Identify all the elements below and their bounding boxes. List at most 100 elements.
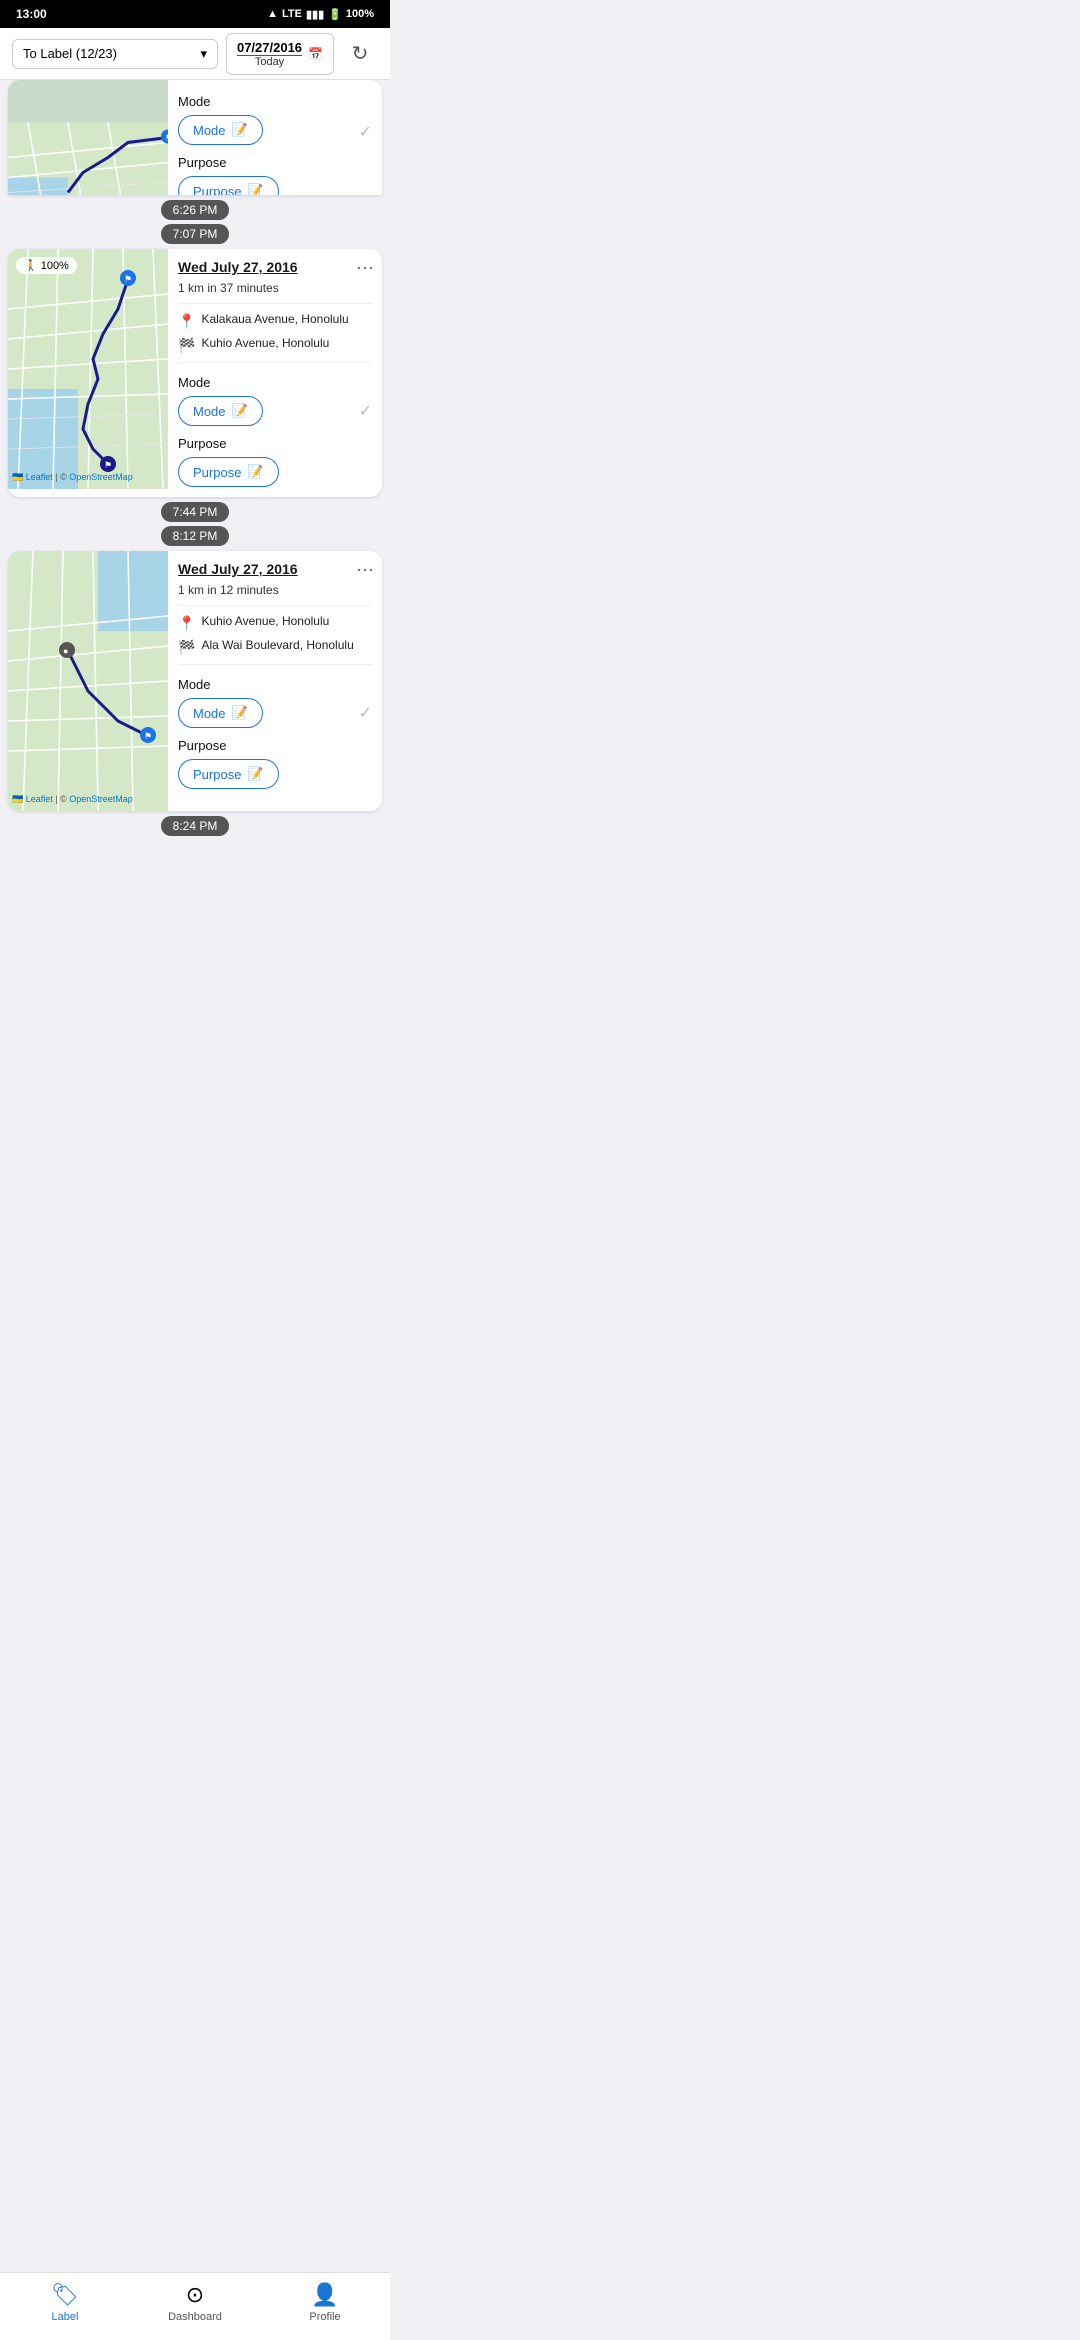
trip2-info: ··· Wed July 27, 2016 1 km in 12 minutes… — [168, 551, 382, 811]
battery-pct: 100% — [346, 8, 374, 20]
trip2-destination: Ala Wai Boulevard, Honolulu — [201, 638, 353, 654]
trip1-origin-row: 📍 Kalakaua Avenue, Honolulu — [178, 312, 372, 330]
trip2-purpose-text: Purpose — [193, 767, 241, 782]
trip2-origin: Kuhio Avenue, Honolulu — [201, 614, 329, 630]
time-label-1: 6:26 PM — [161, 200, 230, 220]
origin-pin-icon: 📍 — [178, 313, 195, 330]
label-selector-text: To Label (12/23) — [23, 46, 117, 61]
time-bubble-2: 7:07 PM — [8, 225, 382, 243]
walk-icon: 🚶 — [24, 259, 38, 272]
svg-text:●: ● — [63, 646, 68, 656]
calendar-icon: 📅 — [308, 47, 323, 61]
trip1-info: ··· Wed July 27, 2016 1 km in 37 minutes… — [168, 249, 382, 497]
status-time: 13:00 — [16, 7, 47, 21]
time-bubble-1: 6:26 PM — [8, 201, 382, 219]
dashboard-nav-icon: ⊙ — [186, 2282, 204, 2308]
time-label-4: 8:12 PM — [161, 526, 230, 546]
content-area: ⚑ 🇺🇦 Leaflet | © OpenStreetMap Mode Mode… — [0, 80, 390, 921]
trip1-mode-button[interactable]: Mode 📝 — [178, 396, 263, 426]
trip1-divider1 — [178, 303, 372, 304]
map-attribution-2: 🇺🇦 Leaflet | © OpenStreetMap — [12, 794, 133, 805]
battery-icon: 🔋 — [328, 8, 342, 21]
trip-card-2: ● ⚑ 🇺🇦 Leaflet | © OpenStreetMap ··· Wed… — [8, 551, 382, 811]
svg-text:⚑: ⚑ — [124, 274, 132, 284]
trip2-mode-edit-icon: 📝 — [232, 705, 248, 721]
status-bar: 13:00 ▲ LTE ▮▮▮ 🔋 100% — [0, 0, 390, 28]
trip1-date: Wed July 27, 2016 — [178, 259, 372, 275]
partial-mode-edit-icon: 📝 — [232, 122, 248, 138]
partial-purpose-edit-icon: 📝 — [247, 183, 263, 195]
profile-nav-icon: 👤 — [311, 2282, 338, 2308]
partial-mode-label: Mode — [178, 94, 372, 109]
date-text: 07/27/2016 — [237, 40, 302, 56]
map-attribution-1: 🇺🇦 Leaflet | © OpenStreetMap — [12, 472, 133, 483]
signal-icon: ▮▮▮ — [306, 8, 324, 21]
trip2-mode-text: Mode — [193, 706, 226, 721]
label-nav-icon: 🏷 — [51, 2282, 79, 2308]
trip1-mode-text: Mode — [193, 404, 226, 419]
partial-map: ⚑ 🇺🇦 Leaflet | © OpenStreetMap — [8, 80, 168, 195]
dest-flag-icon: 🏁 — [178, 337, 195, 354]
time-bubble-4: 8:12 PM — [8, 527, 382, 545]
trip1-purpose-text: Purpose — [193, 465, 241, 480]
trip1-duration: 1 km in 37 minutes — [178, 281, 372, 295]
partial-mode-check: ✓ — [359, 122, 372, 142]
chevron-down-icon: ▾ — [200, 46, 207, 62]
trip2-origin-pin-icon: 📍 — [178, 615, 195, 632]
time-label-2: 7:07 PM — [161, 224, 230, 244]
partial-trip-card: ⚑ 🇺🇦 Leaflet | © OpenStreetMap Mode Mode… — [8, 80, 382, 195]
trip2-divider2 — [178, 664, 372, 665]
nav-profile[interactable]: 👤 Profile — [260, 2282, 390, 2323]
trip1-mode-section: Mode — [178, 375, 372, 390]
trip1-more-button[interactable]: ··· — [356, 257, 374, 278]
toolbar: To Label (12/23) ▾ 07/27/2016 Today 📅 ↻ — [0, 28, 390, 80]
time-bubble-5: 8:24 PM — [8, 817, 382, 835]
today-text: Today — [237, 56, 302, 68]
date-selector[interactable]: 07/27/2016 Today 📅 — [226, 33, 334, 75]
refresh-button[interactable]: ↻ — [342, 36, 378, 72]
trip2-mode-button[interactable]: Mode 📝 — [178, 698, 263, 728]
nav-label[interactable]: 🏷 Label — [0, 2282, 130, 2323]
time-label-5: 8:24 PM — [161, 816, 230, 836]
trip2-dest-row: 🏁 Ala Wai Boulevard, Honolulu — [178, 638, 372, 656]
partial-mode-button[interactable]: Mode 📝 — [178, 115, 263, 145]
confidence-pct: 100% — [41, 260, 69, 272]
bottom-navigation: 🏷 Label ⊙ Dashboard 👤 Profile — [0, 2272, 390, 2340]
trip2-date: Wed July 27, 2016 — [178, 561, 372, 577]
status-icons: ▲ LTE ▮▮▮ 🔋 100% — [267, 8, 374, 21]
trip1-purpose-section: Purpose — [178, 436, 372, 451]
trip2-purpose-button[interactable]: Purpose 📝 — [178, 759, 279, 789]
dashboard-nav-text: Dashboard — [168, 2311, 222, 2323]
trip2-purpose-edit-icon: 📝 — [247, 766, 263, 782]
trip-card-1: ⚑ ⚑ 🚶 100% 🇺🇦 Leaflet | © OpenStreetMap … — [8, 249, 382, 497]
trip1-destination: Kuhio Avenue, Honolulu — [201, 336, 329, 352]
label-nav-text: Label — [52, 2311, 79, 2323]
lte-label: LTE — [282, 8, 302, 20]
nav-dashboard[interactable]: ⊙ Dashboard — [130, 2282, 260, 2323]
trip1-confidence: 🚶 100% — [16, 257, 77, 274]
wifi-icon: ▲ — [267, 8, 278, 20]
trip2-more-button[interactable]: ··· — [356, 559, 374, 580]
profile-nav-text: Profile — [309, 2311, 340, 2323]
trip2-duration: 1 km in 12 minutes — [178, 583, 372, 597]
time-bubble-3: 7:44 PM — [8, 503, 382, 521]
trip2-mode-section: Mode — [178, 677, 372, 692]
trip2-purpose-section: Purpose — [178, 738, 372, 753]
trip1-purpose-edit-icon: 📝 — [247, 464, 263, 480]
label-selector[interactable]: To Label (12/23) ▾ — [12, 39, 218, 69]
trip1-origin: Kalakaua Avenue, Honolulu — [201, 312, 348, 328]
trip2-mode-check: ✓ — [359, 703, 372, 723]
trip2-divider1 — [178, 605, 372, 606]
trip2-origin-row: 📍 Kuhio Avenue, Honolulu — [178, 614, 372, 632]
svg-text:⚑: ⚑ — [144, 731, 152, 741]
partial-purpose-button[interactable]: Purpose 📝 — [178, 176, 279, 195]
trip1-dest-row: 🏁 Kuhio Avenue, Honolulu — [178, 336, 372, 354]
svg-text:⚑: ⚑ — [104, 460, 112, 470]
time-label-3: 7:44 PM — [161, 502, 230, 522]
partial-purpose-label: Purpose — [178, 155, 372, 170]
trip1-mode-check: ✓ — [359, 401, 372, 421]
trip2-dest-flag-icon: 🏁 — [178, 639, 195, 656]
trip1-map: ⚑ ⚑ 🚶 100% 🇺🇦 Leaflet | © OpenStreetMap — [8, 249, 168, 489]
trip1-purpose-button[interactable]: Purpose 📝 — [178, 457, 279, 487]
partial-purpose-text: Purpose — [193, 184, 241, 196]
